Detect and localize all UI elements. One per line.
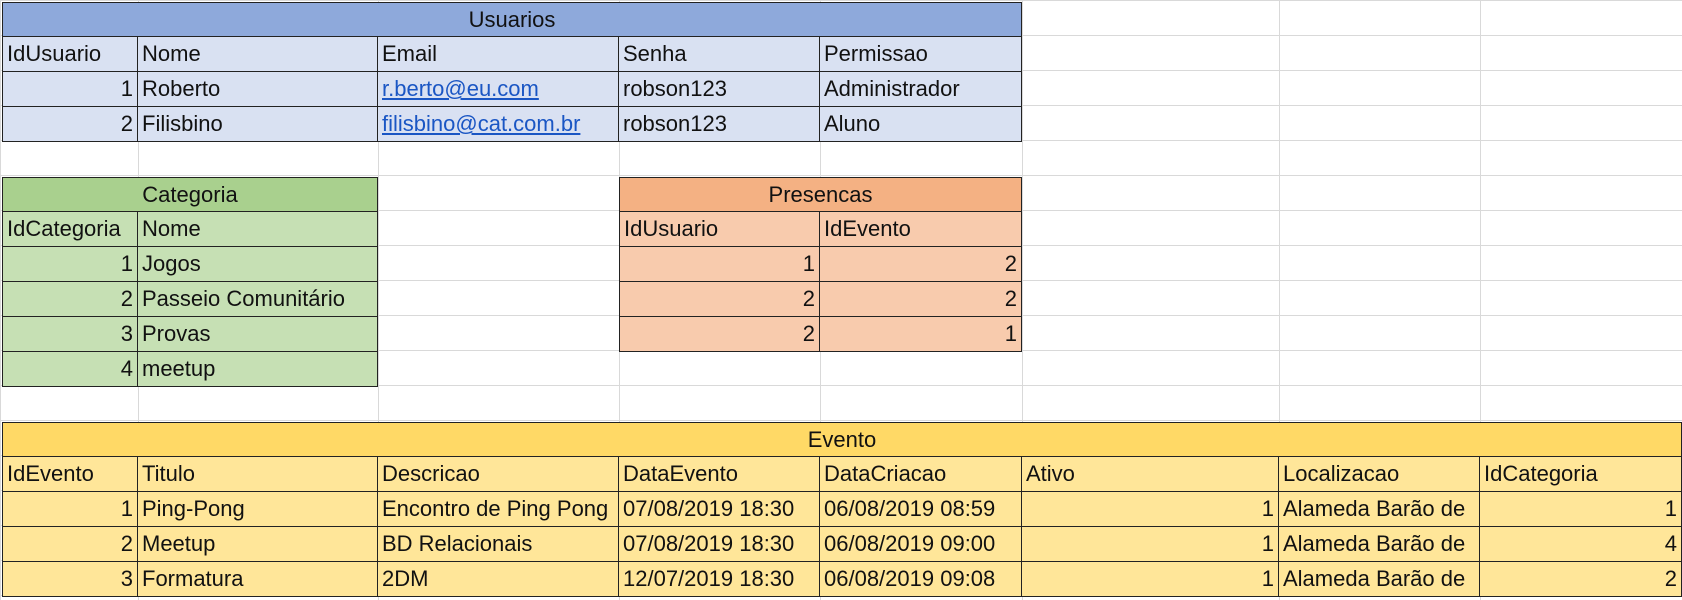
categoria-header-cell[interactable]: Nome <box>138 212 378 247</box>
usuarios-cell[interactable]: 2 <box>2 107 138 142</box>
evento-cell[interactable]: 1 <box>1022 562 1279 597</box>
evento-cell[interactable]: Meetup <box>138 527 378 562</box>
categoria-cell[interactable]: 1 <box>2 247 138 282</box>
presencas-cell[interactable]: 2 <box>820 247 1022 282</box>
spreadsheet-grid[interactable]: Usuarios IdUsuario Nome Email Senha Permissao… <box>0 0 1682 600</box>
presencas-cell[interactable]: 1 <box>820 317 1022 352</box>
presencas-cell[interactable]: 2 <box>820 282 1022 317</box>
categoria-cell[interactable]: 2 <box>2 282 138 317</box>
usuarios-header-cell[interactable]: Nome <box>138 37 378 72</box>
evento-cell[interactable]: 12/07/2019 18:30 <box>619 562 820 597</box>
usuarios-cell[interactable]: r.berto@eu.com <box>378 72 619 107</box>
usuarios-cell[interactable]: robson123 <box>619 72 820 107</box>
evento-cell[interactable]: Alameda Barão de <box>1279 562 1480 597</box>
evento-cell[interactable]: 1 <box>1022 492 1279 527</box>
evento-cell[interactable]: 4 <box>1480 527 1682 562</box>
evento-title[interactable]: Evento <box>2 422 1682 457</box>
categoria-cell[interactable]: 3 <box>2 317 138 352</box>
presencas-header-cell[interactable]: IdUsuario <box>619 212 820 247</box>
evento-header-cell[interactable]: Descricao <box>378 457 619 492</box>
evento-cell[interactable]: Alameda Barão de <box>1279 492 1480 527</box>
usuarios-header-cell[interactable]: IdUsuario <box>2 37 138 72</box>
evento-cell[interactable]: Ping-Pong <box>138 492 378 527</box>
categoria-title[interactable]: Categoria <box>2 177 378 212</box>
usuarios-cell[interactable]: Administrador <box>820 72 1022 107</box>
usuarios-cell[interactable]: Filisbino <box>138 107 378 142</box>
categoria-cell[interactable]: meetup <box>138 352 378 387</box>
categoria-header-cell[interactable]: IdCategoria <box>2 212 138 247</box>
usuarios-cell[interactable]: robson123 <box>619 107 820 142</box>
usuarios-header-cell[interactable]: Senha <box>619 37 820 72</box>
evento-header-cell[interactable]: DataEvento <box>619 457 820 492</box>
evento-cell[interactable]: 06/08/2019 09:08 <box>820 562 1022 597</box>
evento-header-cell[interactable]: DataCriacao <box>820 457 1022 492</box>
evento-cell[interactable]: 1 <box>1022 527 1279 562</box>
evento-cell[interactable]: 2 <box>1480 562 1682 597</box>
usuarios-cell[interactable]: 1 <box>2 72 138 107</box>
usuarios-header-cell[interactable]: Permissao <box>820 37 1022 72</box>
evento-header-cell[interactable]: Ativo <box>1022 457 1279 492</box>
evento-cell[interactable]: 1 <box>1480 492 1682 527</box>
evento-cell[interactable]: Encontro de Ping Pong <box>378 492 619 527</box>
usuarios-cell[interactable]: Roberto <box>138 72 378 107</box>
evento-cell[interactable]: 06/08/2019 09:00 <box>820 527 1022 562</box>
evento-cell[interactable]: Alameda Barão de <box>1279 527 1480 562</box>
presencas-cell[interactable]: 2 <box>619 317 820 352</box>
categoria-cell[interactable]: 4 <box>2 352 138 387</box>
categoria-cell[interactable]: Jogos <box>138 247 378 282</box>
evento-cell[interactable]: Formatura <box>138 562 378 597</box>
evento-cell[interactable]: 06/08/2019 08:59 <box>820 492 1022 527</box>
evento-cell[interactable]: 2 <box>2 527 138 562</box>
evento-header-cell[interactable]: IdCategoria <box>1480 457 1682 492</box>
presencas-cell[interactable]: 1 <box>619 247 820 282</box>
evento-cell[interactable]: 07/08/2019 18:30 <box>619 492 820 527</box>
usuarios-title[interactable]: Usuarios <box>2 2 1022 37</box>
evento-cell[interactable]: 3 <box>2 562 138 597</box>
presencas-cell[interactable]: 2 <box>619 282 820 317</box>
usuarios-cell[interactable]: Aluno <box>820 107 1022 142</box>
usuarios-header-cell[interactable]: Email <box>378 37 619 72</box>
evento-header-cell[interactable]: Localizacao <box>1279 457 1480 492</box>
evento-header-cell[interactable]: Titulo <box>138 457 378 492</box>
usuarios-cell[interactable]: filisbino@cat.com.br <box>378 107 619 142</box>
evento-cell[interactable]: 1 <box>2 492 138 527</box>
evento-cell[interactable]: BD Relacionais <box>378 527 619 562</box>
categoria-cell[interactable]: Passeio Comunitário <box>138 282 378 317</box>
presencas-header-cell[interactable]: IdEvento <box>820 212 1022 247</box>
evento-header-cell[interactable]: IdEvento <box>2 457 138 492</box>
evento-cell[interactable]: 07/08/2019 18:30 <box>619 527 820 562</box>
categoria-cell[interactable]: Provas <box>138 317 378 352</box>
evento-cell[interactable]: 2DM <box>378 562 619 597</box>
presencas-title[interactable]: Presencas <box>619 177 1022 212</box>
